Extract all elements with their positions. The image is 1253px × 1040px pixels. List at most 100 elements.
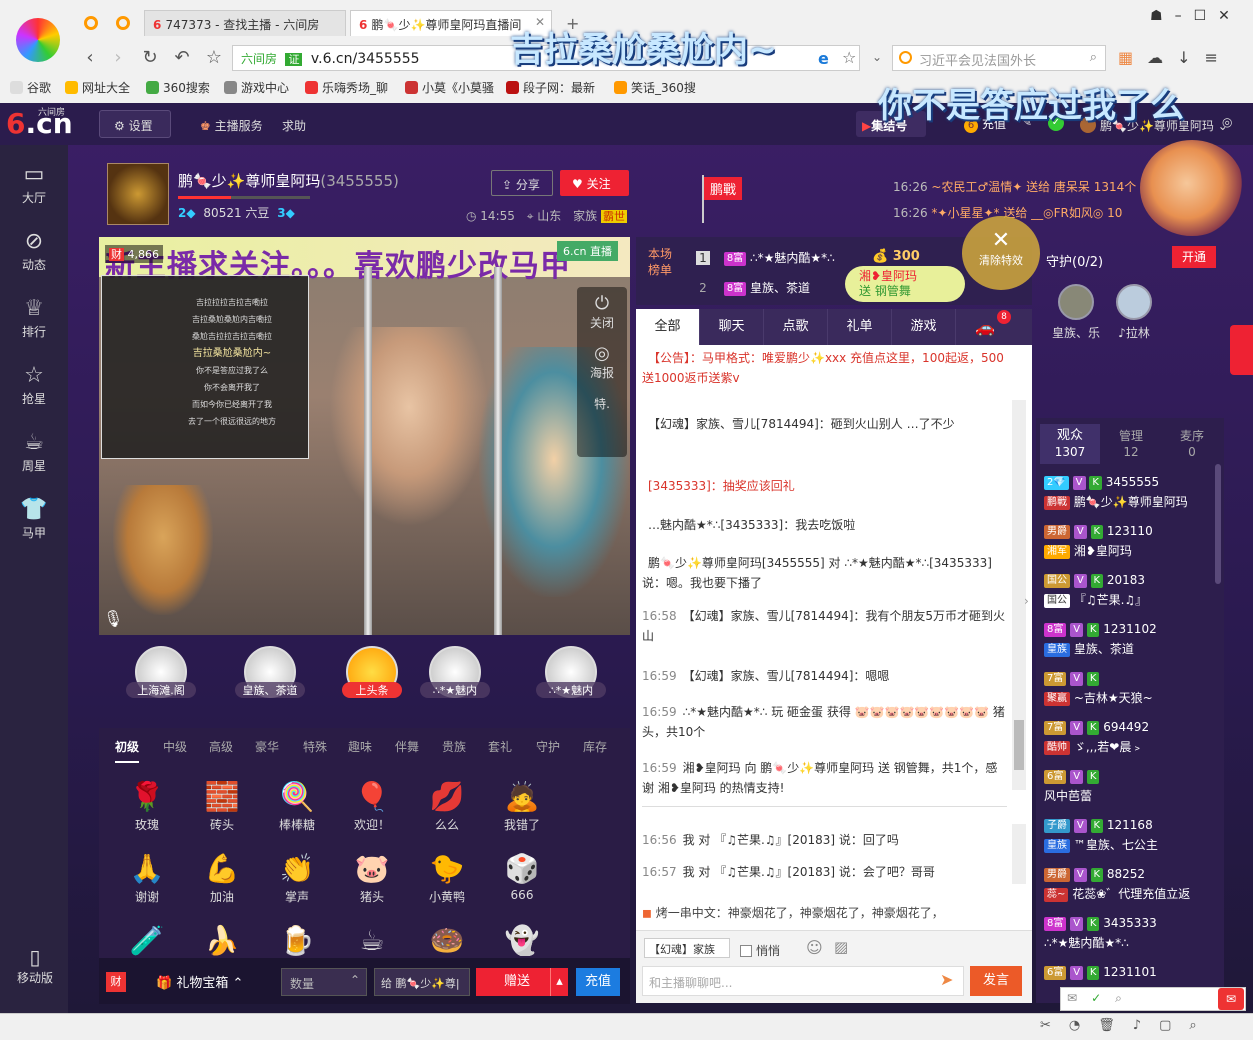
chat-input[interactable]: 和主播聊聊吧... [642, 966, 964, 996]
bookmark-item[interactable]: 乐嗨秀场_聊 [305, 79, 388, 96]
skin-icon[interactable]: ☗ [1150, 8, 1175, 24]
follow-button[interactable]: ♥ 关注 [560, 170, 629, 196]
nav-item[interactable]: ⊘ 动态 [0, 219, 68, 285]
notification-bell-icon[interactable]: ◎ [1222, 115, 1232, 129]
anchor-service-link[interactable]: ♚ 主播服务 [200, 117, 263, 134]
audience-row[interactable]: 男爵 V K 88252 蕊~ 花蕊❀゛代理充值立返 [1044, 864, 1224, 912]
gift-bag-button[interactable]: 🎁 礼物宝箱 ⌃ [156, 972, 243, 991]
gift-tab[interactable]: 初级 [115, 738, 140, 763]
chat-family-select[interactable]: 【幻魂】家族 [644, 938, 730, 958]
nav-item[interactable]: 👕 马甲 [0, 487, 68, 553]
special-link[interactable]: 特. [577, 395, 627, 412]
apps-icon[interactable]: ▦ [1118, 48, 1147, 67]
side-collapse-icon[interactable]: › [1024, 594, 1029, 608]
close-window-icon[interactable]: ✕ [1218, 8, 1242, 24]
clear-effects-button[interactable]: ✕ 清除特效 [962, 216, 1040, 290]
close-effects-link[interactable]: 关闭 [577, 314, 627, 331]
bookmark-item[interactable]: 360搜索 [146, 79, 210, 96]
seat-item[interactable]: 皇族、茶道 [230, 646, 310, 712]
image-icon[interactable]: ▨ [834, 938, 848, 956]
tab-o-icon-2[interactable] [116, 16, 130, 30]
menu-icon[interactable]: ≡ [1205, 48, 1232, 67]
gift-item[interactable]: ☕ [342, 922, 402, 956]
audience-row[interactable]: 6富 V K 风中芭蕾 [1044, 766, 1224, 814]
audience-row[interactable]: 7富 V K 聚赢 ~吉林★天狼~ [1044, 668, 1224, 716]
gift-tab[interactable]: 豪华 [255, 738, 279, 755]
bookmark-item[interactable]: 网址大全 [65, 79, 130, 96]
guard-seat-1[interactable]: 皇族、乐 [1046, 284, 1106, 341]
star-icon[interactable]: ☆ [202, 47, 226, 69]
audience-row[interactable]: 7富 V K 694492 酷帅 ゞ,,,若❤晨﹥ [1044, 717, 1224, 765]
private-scrollbar[interactable] [1012, 824, 1026, 884]
help-link[interactable]: 求助 [282, 117, 306, 134]
speed-icon[interactable]: ◔ [1069, 1018, 1098, 1033]
gift-item[interactable]: 🍩 [417, 922, 477, 956]
zoom-icon[interactable]: ⌕ [1115, 991, 1136, 1005]
pin-icon[interactable]: ✂ [1040, 1018, 1069, 1033]
gift-tab[interactable]: 守护 [536, 738, 560, 755]
anchor-avatar[interactable] [107, 163, 169, 225]
bookmark-item[interactable]: 小莫《小莫骚 [405, 79, 494, 96]
audience-tab[interactable]: 麦序 0 [1162, 424, 1222, 464]
side-badge-icon[interactable] [1230, 325, 1253, 375]
mic-icon[interactable]: 🎙 [103, 609, 123, 628]
send-gift-button[interactable]: 赠送 ▴ [476, 968, 568, 996]
gift-tab[interactable]: 特殊 [303, 738, 327, 755]
audience-scrollbar[interactable] [1215, 464, 1221, 584]
bookmark-item[interactable]: 谷歌 [10, 79, 51, 96]
check-icon[interactable]: ✓ [1091, 991, 1115, 1005]
maximize-icon[interactable]: ☐ [1194, 8, 1219, 24]
trash-icon[interactable]: 🗑 [1098, 1018, 1133, 1033]
chat-tab[interactable]: 点歌 [764, 309, 828, 345]
gift-quantity-input[interactable]: 数量 ⌃ [281, 968, 367, 996]
chat-tab[interactable]: 聊天 [700, 309, 764, 345]
cloud-icon[interactable]: ☁ [1147, 48, 1177, 67]
settings-button[interactable]: ⚙ 设置 [99, 110, 171, 138]
audience-tab[interactable]: 管理 12 [1101, 424, 1161, 464]
audience-row[interactable]: 8富 V K 3435333 ∴*★魅内酷★*∴ [1044, 913, 1224, 961]
video-player[interactable]: 新主播求关注。。。喜欢鹏少改马甲 财 4,866 6.cn 直播 吉拉拉拉吉拉吉… [99, 237, 630, 635]
gift-tab[interactable]: 贵族 [442, 738, 466, 755]
nav-item[interactable]: ♕ 排行 [0, 286, 68, 352]
mascot-cat-image[interactable] [1140, 140, 1244, 236]
audience-tab[interactable]: 观众 1307 [1040, 424, 1100, 464]
undo-icon[interactable]: ↶ [170, 47, 194, 69]
poster-icon[interactable]: ◎ [577, 343, 627, 364]
refresh-icon[interactable]: ↻ [138, 47, 162, 69]
gift-item[interactable]: 💪 加油 [192, 850, 252, 905]
tab-search-anchor[interactable]: 6 747373 - 查找主播 - 六间房 [144, 10, 346, 36]
volume-icon[interactable]: ♪ [1133, 1018, 1159, 1033]
minimize-icon[interactable]: – [1175, 8, 1194, 24]
search-icon[interactable]: ⌕ [1090, 50, 1097, 65]
chat-tab[interactable]: 礼单 [828, 309, 892, 345]
back-icon[interactable]: ‹ [78, 47, 102, 69]
bookmark-item[interactable]: 段子网：最新 [506, 79, 595, 96]
seat-item[interactable]: ∴*★魅内 [531, 646, 611, 712]
window-icon[interactable]: ▢ [1159, 1018, 1189, 1033]
browser-logo-icon[interactable] [16, 18, 60, 62]
gift-tab[interactable]: 高级 [209, 738, 233, 755]
chat-tab[interactable]: 全部 [636, 309, 700, 345]
dropdown-icon[interactable]: ⌄ [872, 50, 882, 64]
wealth-icon[interactable]: 财 [106, 972, 126, 992]
search-input[interactable]: 习近平会见法国外长 ⌕ [892, 45, 1106, 71]
seat-item[interactable]: 上海滩.阁 [121, 646, 201, 712]
gift-item[interactable]: 🙏 谢谢 [117, 850, 177, 905]
gift-item[interactable]: 🧪 [117, 922, 177, 956]
gift-tab[interactable]: 库存 [583, 738, 607, 755]
seat-item[interactable]: ∴*★魅内 [415, 646, 495, 712]
gift-target-select[interactable]: 给 鹏🍬少✨尊| [374, 968, 470, 996]
gift-item[interactable]: 🍌 [192, 922, 252, 956]
gift-item[interactable]: 💋 么么 [417, 778, 477, 833]
whisper-checkbox[interactable]: 悄悄 [740, 942, 780, 959]
gift-item[interactable]: 👻 [492, 922, 552, 956]
mobile-version-link[interactable]: ▯ 移动版 [10, 945, 60, 986]
guard-seat-2[interactable]: ♪拉林 [1104, 284, 1164, 341]
bookmark-item[interactable]: 笑话_360搜 [614, 79, 696, 96]
gift-tab[interactable]: 套礼 [488, 738, 512, 755]
send-chat-button[interactable]: 发言 [970, 966, 1022, 996]
audience-row[interactable]: 2💎 V K 3455555 鹏戰 鹏🍬少✨尊师皇阿玛 [1044, 472, 1224, 520]
audience-row[interactable]: 国公 V K 20183 国公 『♫芒果.♫』 [1044, 570, 1224, 618]
audience-row[interactable]: 子爵 V K 121168 皇族 ™皇族、七公主 [1044, 815, 1224, 863]
gift-item[interactable]: 🎲 666 [492, 850, 552, 902]
